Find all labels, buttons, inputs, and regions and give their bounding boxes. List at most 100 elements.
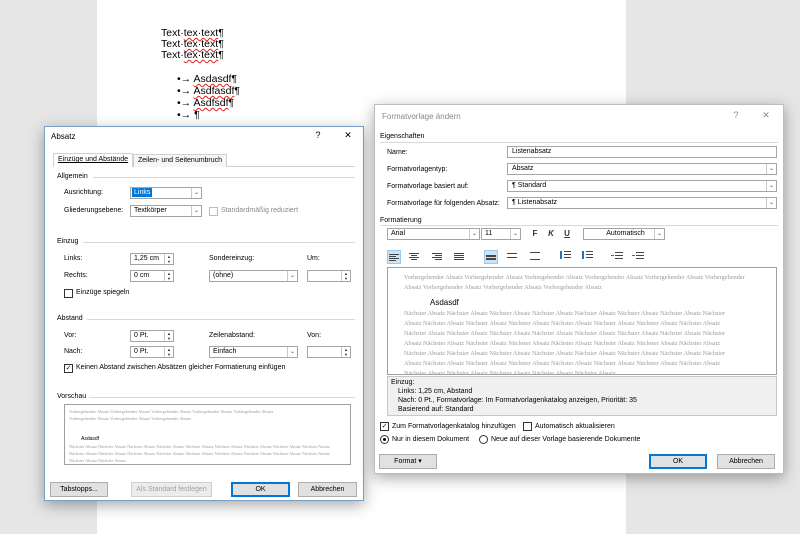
basiert-auf-select[interactable]: ¶ Standard ⌄ xyxy=(507,180,777,192)
standard-reduziert-label: Standardmäßig reduziert xyxy=(221,207,299,214)
neue-vorlage-label: Neue auf dieser Vorlage basierende Dokum… xyxy=(491,436,641,443)
align-right-button[interactable] xyxy=(431,251,445,265)
style-description: Einzug: Links: 1,25 cm, Abstand Nach: 0 … xyxy=(387,376,777,416)
onehalf-spacing-button[interactable] xyxy=(506,251,520,265)
preview-next-text: Nächster Absatz Nächster Absatz Nächster… xyxy=(69,444,330,463)
ok-button[interactable]: OK xyxy=(231,482,290,497)
single-spacing-button[interactable] xyxy=(484,250,498,264)
space-after-icon xyxy=(581,250,593,261)
zeilenabstand-select[interactable]: Einfach ⌄ xyxy=(209,346,298,358)
links-label: Links: xyxy=(64,255,83,262)
double-spacing-button[interactable] xyxy=(529,251,543,265)
tab-einzuege-abstaende[interactable]: Einzüge und Abstände xyxy=(53,153,134,167)
doc-bullet: •→ ¶ xyxy=(177,109,200,121)
close-icon[interactable]: ✕ xyxy=(341,130,355,141)
preview-previous-text: Vorhergehender Absatz Vorhergehender Abs… xyxy=(69,409,274,421)
space-after-button[interactable] xyxy=(581,250,595,264)
von-spinner[interactable]: ▲ ▼ xyxy=(307,346,351,358)
help-icon[interactable]: ? xyxy=(311,130,325,140)
single-spacing-icon xyxy=(485,252,497,263)
bold-button[interactable]: F xyxy=(529,228,541,240)
separator xyxy=(87,319,355,320)
nur-dokument-radio[interactable] xyxy=(380,435,389,444)
preview-next-text: Nächster Absatz Nächster Absatz Nächster… xyxy=(404,310,726,375)
underline-button[interactable]: U xyxy=(561,228,573,240)
increase-indent-button[interactable] xyxy=(632,250,646,264)
align-left-button[interactable] xyxy=(387,250,401,264)
vor-spinner[interactable]: 0 Pt. ▲ ▼ xyxy=(130,330,174,342)
formatvorlagentyp-select[interactable]: Absatz ⌄ xyxy=(507,163,777,175)
gliederungsebene-label: Gliederungsebene: xyxy=(64,207,124,214)
chevron-down-icon: ⌄ xyxy=(654,229,664,239)
links-spinner[interactable]: 1,25 cm ▲ ▼ xyxy=(130,253,174,265)
katalog-checkbox[interactable]: ✓ xyxy=(380,422,389,431)
align-right-icon xyxy=(431,251,443,262)
folgender-absatz-select[interactable]: ¶ Listenabsatz ⌄ xyxy=(507,197,777,209)
standard-reduziert-checkbox[interactable] xyxy=(209,207,218,216)
kein-abstand-label: Keinen Abstand zwischen Absätzen gleiche… xyxy=(76,364,286,371)
separator xyxy=(93,177,355,178)
ok-button[interactable]: OK xyxy=(649,454,707,469)
abbrechen-button[interactable]: Abbrechen xyxy=(717,454,775,469)
chevron-down-icon: ⌄ xyxy=(191,188,201,198)
close-icon[interactable]: ✕ xyxy=(759,110,773,121)
neue-vorlage-radio[interactable] xyxy=(479,435,488,444)
section-eigenschaften: Eigenschaften xyxy=(380,133,425,140)
absatz-dialog-title: Absatz xyxy=(51,132,76,141)
preview-previous-text: Vorhergehender Absatz Vorhergehender Abs… xyxy=(404,274,745,291)
chevron-down-icon: ▾ xyxy=(418,458,422,465)
preview-sample-text: Asdasdf xyxy=(81,436,100,442)
preview-sample-text: Asdasdf xyxy=(430,298,459,307)
doc-bullet: •→ Asdfasdf¶ xyxy=(177,85,241,97)
auto-update-label: Automatisch aktualisieren xyxy=(535,423,615,430)
einzuege-spiegeln-checkbox[interactable] xyxy=(64,289,73,298)
gliederungsebene-select[interactable]: Textkörper ⌄ xyxy=(130,205,202,217)
formatvorlagentyp-label: Formatvorlagentyp: xyxy=(387,166,448,173)
nach-label: Nach: xyxy=(64,348,83,355)
increase-indent-icon xyxy=(632,250,644,261)
absatz-preview: Vorhergehender Absatz Vorhergehender Abs… xyxy=(64,404,351,465)
chevron-down-icon: ⌄ xyxy=(766,198,776,208)
tab-zeilen-seitenumbruch[interactable]: Zeilen- und Seitenumbruch xyxy=(133,154,228,167)
nach-spinner[interactable]: 0 Pt. ▲ ▼ xyxy=(130,346,174,358)
font-color-select[interactable]: Automatisch ⌄ xyxy=(583,228,665,240)
um-spinner[interactable]: ▲ ▼ xyxy=(307,270,351,282)
ausrichtung-select[interactable]: Links ⌄ xyxy=(130,187,202,199)
space-before-button[interactable] xyxy=(559,250,573,264)
italic-button[interactable]: K xyxy=(545,228,557,240)
decrease-indent-button[interactable] xyxy=(611,250,625,264)
separator xyxy=(83,242,355,243)
als-standard-button[interactable]: Als Standard festlegen xyxy=(131,482,212,497)
align-center-icon xyxy=(408,251,420,262)
abbrechen-button[interactable]: Abbrechen xyxy=(298,482,357,497)
sondereinzug-select[interactable]: (ohne) ⌄ xyxy=(209,270,298,282)
align-justify-icon xyxy=(453,251,465,262)
kein-abstand-checkbox[interactable]: ✓ xyxy=(64,364,73,373)
align-center-button[interactable] xyxy=(408,251,422,265)
font-select[interactable]: Arial ⌄ xyxy=(387,228,480,240)
font-size-select[interactable]: 11 ⌄ xyxy=(481,228,521,240)
name-input[interactable]: Listenabsatz xyxy=(507,146,777,158)
chevron-down-icon: ⌄ xyxy=(766,164,776,174)
zeilenabstand-label: Zeilenabstand: xyxy=(209,332,255,339)
description-line: Einzug: xyxy=(391,379,415,386)
align-justify-button[interactable] xyxy=(453,251,467,265)
chevron-down-icon: ⌄ xyxy=(287,347,297,357)
separator xyxy=(380,142,778,143)
doc-line: Text·tex·text¶ xyxy=(161,49,224,61)
section-allgemein: Allgemein xyxy=(57,173,88,180)
name-label: Name: xyxy=(387,149,408,156)
rechts-spinner[interactable]: 0 cm ▲ ▼ xyxy=(130,270,174,282)
chevron-down-icon: ⌄ xyxy=(191,206,201,216)
doc-bullet: •→ Asdfsdf¶ xyxy=(177,97,235,109)
format-button[interactable]: Format ▾ xyxy=(379,454,437,469)
space-before-icon xyxy=(559,250,571,261)
rechts-label: Rechts: xyxy=(64,272,88,279)
nur-dokument-label: Nur in diesem Dokument xyxy=(392,436,470,443)
tabstopps-button[interactable]: Tabstopps... xyxy=(50,482,108,497)
auto-update-checkbox[interactable] xyxy=(523,422,532,431)
chevron-down-icon: ⌄ xyxy=(469,229,479,239)
basiert-auf-label: Formatvorlage basiert auf: xyxy=(387,183,469,190)
absatz-dialog: Absatz ? ✕ Einzüge und Abstände Zeilen- … xyxy=(44,126,364,501)
help-icon[interactable]: ? xyxy=(729,110,743,120)
